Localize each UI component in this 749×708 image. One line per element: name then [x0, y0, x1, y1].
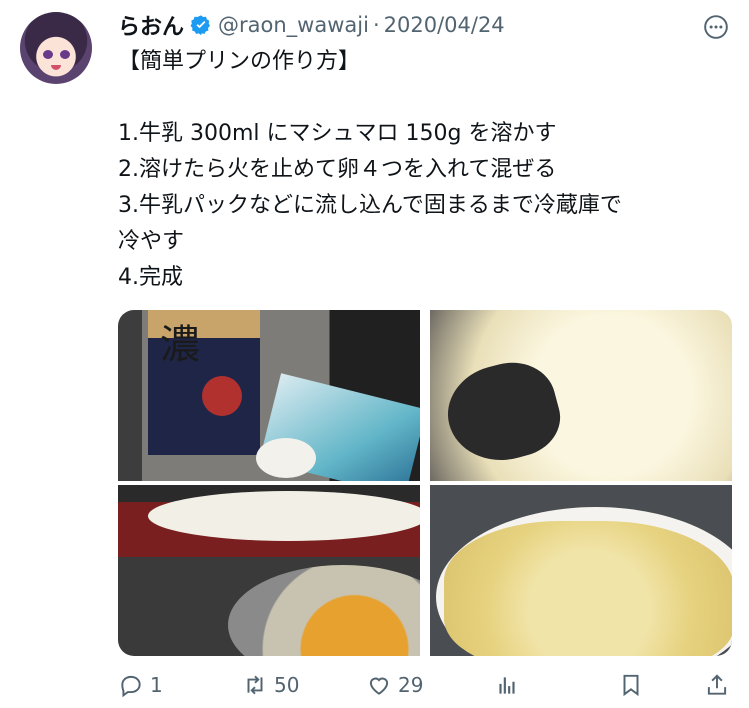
retweet-button[interactable]: 50 — [242, 672, 299, 698]
verified-badge-icon — [190, 14, 212, 36]
photo-melting[interactable] — [430, 310, 732, 481]
reply-button[interactable]: 1 — [118, 672, 163, 698]
carton-kanji: 濃 — [160, 322, 200, 368]
bookmark-icon[interactable] — [618, 672, 644, 698]
avatar-mouth — [51, 65, 61, 70]
avatar[interactable] — [20, 12, 92, 84]
media-grid: 濃 — [118, 310, 732, 656]
avatar-eye — [60, 50, 70, 59]
photo-milk-marshmallow[interactable]: 濃 — [118, 310, 420, 481]
photo-pudding[interactable] — [430, 485, 732, 656]
action-bar: 1 50 29 — [118, 672, 732, 708]
reply-icon — [118, 672, 144, 698]
tweet-line: 3.牛乳パックなどに流し込んで固まるまで冷蔵庫で — [118, 193, 622, 218]
tweet-header: らおん @raon_wawaji · 2020/04/24 — [118, 8, 505, 42]
spatula — [437, 352, 569, 473]
pot — [148, 491, 420, 541]
retweet-icon — [242, 672, 268, 698]
avatar-eye — [43, 50, 53, 59]
like-count: 29 — [398, 673, 424, 697]
author-handle[interactable]: @raon_wawaji — [218, 13, 369, 37]
carton-badge — [202, 376, 242, 416]
more-icon[interactable] — [703, 14, 729, 40]
tweet-date[interactable]: 2020/04/24 — [384, 13, 505, 37]
tweet-line: 4.完成 — [118, 265, 183, 290]
tweet-line — [118, 80, 728, 116]
egg-bowl — [228, 565, 420, 656]
photo-mixing[interactable] — [118, 485, 420, 656]
tweet-text: 【簡単プリンの作り方】 1.牛乳 300ml にマシュマロ 150g を溶かす … — [118, 44, 728, 296]
reply-count: 1 — [150, 673, 163, 697]
views-icon[interactable] — [494, 672, 520, 698]
retweet-count: 50 — [274, 673, 300, 697]
tweet-line: 2.溶けたら火を止めて卵４つを入れて混ぜる — [118, 157, 557, 182]
tweet-line: 【簡単プリンの作り方】 — [118, 49, 361, 74]
author-name[interactable]: らおん — [118, 9, 184, 41]
share-icon[interactable] — [704, 672, 730, 698]
pudding — [444, 521, 732, 656]
separator: · — [372, 13, 380, 37]
tweet-line: 冷やす — [118, 229, 185, 254]
marshmallow — [256, 438, 316, 478]
tweet-line: 1.牛乳 300ml にマシュマロ 150g を溶かす — [118, 121, 557, 146]
like-icon — [366, 672, 392, 698]
like-button[interactable]: 29 — [366, 672, 423, 698]
